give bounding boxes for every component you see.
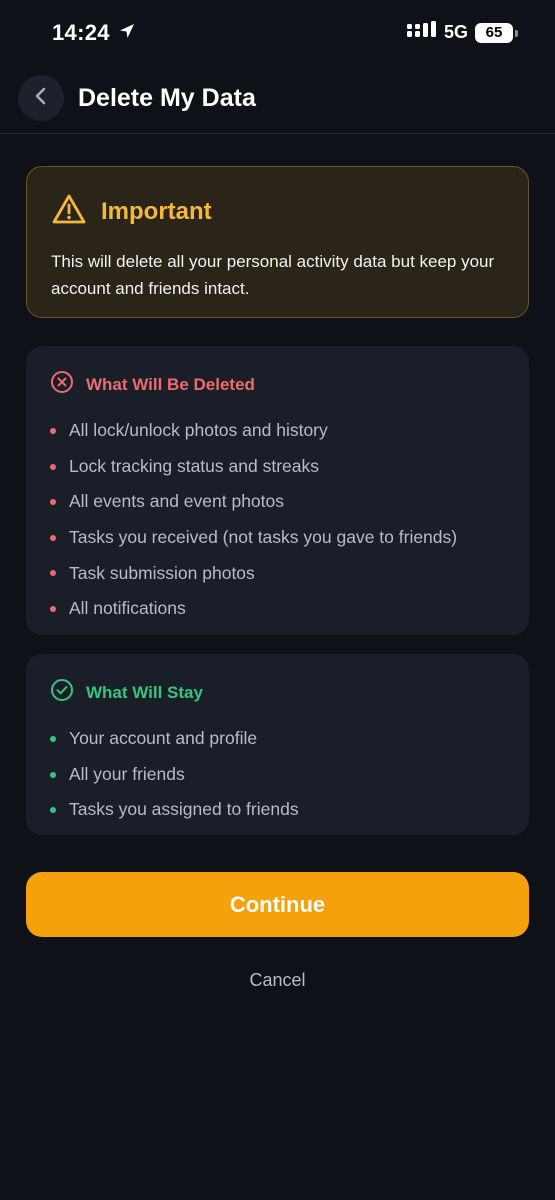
important-notice: Important This will delete all your pers… <box>26 166 529 318</box>
battery-icon: 65 <box>475 22 518 43</box>
check-circle-icon <box>50 678 74 707</box>
location-arrow-icon <box>118 20 136 46</box>
list-item-text: Tasks you received (not tasks you gave t… <box>69 527 458 548</box>
list-item-text: Your account and profile <box>69 728 258 749</box>
stay-items-list: Your account and profile All your friend… <box>50 721 505 828</box>
chevron-left-icon <box>34 87 48 110</box>
list-item: Task submission photos <box>50 555 505 591</box>
status-indicators: 5G 65 <box>406 21 518 44</box>
stay-section: What Will Stay Your account and profile … <box>26 654 529 835</box>
nav-header: Delete My Data <box>0 66 555 134</box>
list-item-text: Task submission photos <box>69 562 255 583</box>
list-item: Tasks you received (not tasks you gave t… <box>50 520 505 556</box>
bullet-dot-icon <box>50 605 56 612</box>
bullet-dot-icon <box>50 771 56 778</box>
bullet-dot-icon <box>50 570 56 577</box>
signal-icon <box>406 21 437 44</box>
stay-section-header: What Will Stay <box>50 678 505 707</box>
list-item-text: All events and event photos <box>69 491 285 512</box>
list-item: All your friends <box>50 757 505 793</box>
continue-button[interactable]: Continue <box>26 872 529 937</box>
important-text: This will delete all your personal activ… <box>51 252 495 298</box>
deleted-items-list: All lock/unlock photos and history Lock … <box>50 413 505 627</box>
bullet-dot-icon <box>50 463 56 470</box>
page-title: Delete My Data <box>78 84 256 112</box>
network-type: 5G <box>443 22 468 42</box>
deleted-section-title: What Will Be Deleted <box>86 374 255 394</box>
warning-icon <box>51 193 87 230</box>
list-item-text: All notifications <box>69 598 186 619</box>
stay-section-title: What Will Stay <box>86 682 203 702</box>
list-item-text: All lock/unlock photos and history <box>69 420 328 441</box>
list-item-text: All your friends <box>69 763 185 784</box>
bullet-dot-icon <box>50 428 56 434</box>
bullet-dot-icon <box>50 534 56 541</box>
list-item-text: Tasks you assigned to friends <box>69 799 299 820</box>
back-button[interactable] <box>18 75 64 121</box>
list-item: All lock/unlock photos and history <box>50 413 505 449</box>
list-item: All events and event photos <box>50 484 505 520</box>
bullet-dot-icon <box>50 807 56 814</box>
bullet-dot-icon <box>50 499 56 506</box>
battery-level: 65 <box>485 24 503 41</box>
cancel-button[interactable]: Cancel <box>0 966 555 994</box>
deleted-section: What Will Be Deleted All lock/unlock pho… <box>26 346 529 635</box>
list-item: Lock tracking status and streaks <box>50 449 505 485</box>
status-bar: 14:24 5G 65 <box>0 0 555 66</box>
deleted-section-header: What Will Be Deleted <box>50 370 505 399</box>
list-item: Tasks you assigned to friends <box>50 792 505 828</box>
status-time: 14:24 <box>52 20 110 45</box>
important-header: Important <box>51 193 504 230</box>
x-circle-icon <box>50 370 74 399</box>
bullet-dot-icon <box>50 736 56 742</box>
list-item-text: Lock tracking status and streaks <box>69 455 319 476</box>
important-title: Important <box>101 197 212 225</box>
status-time-group: 14:24 <box>52 20 136 46</box>
list-item: All notifications <box>50 591 505 627</box>
list-item: Your account and profile <box>50 721 505 757</box>
